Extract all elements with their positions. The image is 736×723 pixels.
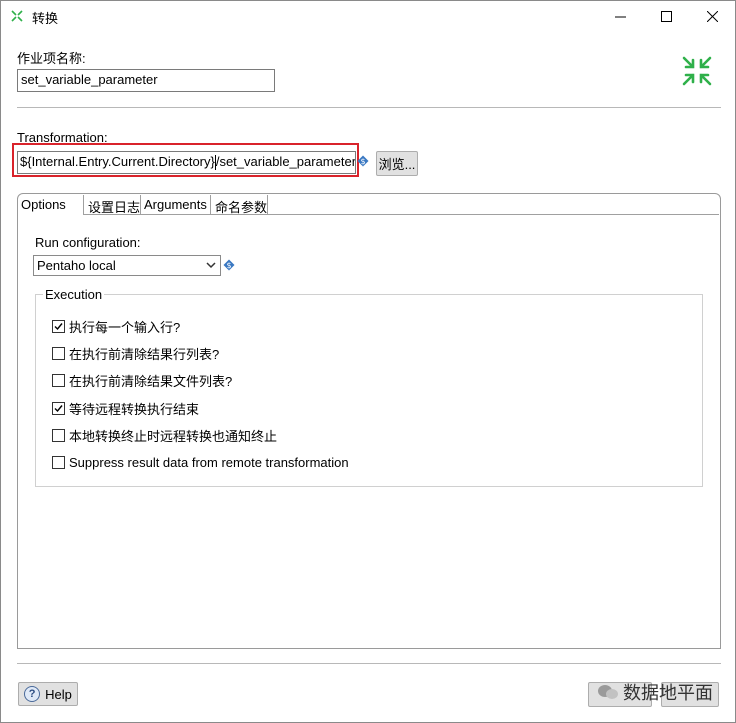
variable-icon: $ [223,259,235,271]
variable-icon: $ [357,155,369,167]
tab-options[interactable]: Options [21,195,81,215]
separator [17,107,721,108]
check-label: 在执行前清除结果行列表? [69,346,220,362]
minimize-icon [614,16,626,18]
tab-divider [267,195,268,215]
job-entry-name-label: 作业项名称: [17,51,86,66]
tab-divider [83,195,84,215]
check-label: 等待远程转换执行结束 [69,401,200,417]
browse-button[interactable]: 浏览... [376,151,418,176]
close-button[interactable] [689,1,735,32]
svg-text:$: $ [226,261,231,270]
check-label: 在执行前清除结果文件列表? [69,373,233,389]
run-configuration-label: Run configuration: [35,235,141,250]
watermark-text: 数据地平面 [623,683,713,703]
checkbox[interactable] [52,401,65,415]
run-configuration-value: Pentaho local [37,258,116,273]
check-label: Suppress result data from remote transfo… [69,454,349,470]
tab-named-parameters[interactable]: 命名参数 [215,195,267,215]
maximize-button[interactable] [643,1,689,32]
spoon-transform-icon [11,10,23,22]
collapse-arrows-icon[interactable] [681,55,713,87]
question-icon: ? [24,686,41,702]
chevron-down-icon [206,262,216,269]
wechat-icon [598,685,618,699]
job-entry-name-input[interactable]: set_variable_parameter [17,69,275,92]
close-icon [706,11,718,22]
check-clear-result-rows[interactable]: 在执行前清除结果行列表? [52,344,219,362]
watermark: 数据地平面 [597,677,713,707]
checkbox[interactable] [52,346,65,360]
svg-text:$: $ [360,157,365,166]
separator [17,663,721,664]
maximize-icon [660,11,672,22]
dialog-window: 转换 作业项名称: set_variable_parameter Transfo… [0,0,736,723]
run-configuration-select[interactable]: Pentaho local [33,255,221,276]
tab-logging[interactable]: 设置日志 [88,195,140,215]
minimize-button[interactable] [597,1,643,32]
title-bar: 转换 [1,1,735,32]
tab-divider [140,195,141,215]
check-wait-remote[interactable]: 等待远程转换执行结束 [52,399,199,417]
checkbox[interactable] [52,428,65,442]
tab-arguments[interactable]: Arguments [144,195,210,215]
checkbox[interactable] [52,455,65,469]
help-button[interactable]: ? Help [18,682,78,706]
checkbox[interactable] [52,373,65,387]
window-title: 转换 [32,11,59,26]
highlight-box [12,143,359,177]
tab-underline [83,214,719,215]
checkbox[interactable] [52,319,65,333]
tab-divider [210,195,211,215]
check-label: 执行每一个输入行? [69,319,181,335]
help-label: Help [45,686,72,702]
check-follow-abort[interactable]: 本地转换终止时远程转换也通知终止 [52,426,277,444]
check-clear-result-files[interactable]: 在执行前清除结果文件列表? [52,371,232,389]
check-execute-every-row[interactable]: 执行每一个输入行? [52,317,180,335]
check-suppress-result[interactable]: Suppress result data from remote transfo… [52,453,349,471]
check-label: 本地转换终止时远程转换也通知终止 [69,428,278,444]
execution-group-title: Execution [43,287,105,302]
